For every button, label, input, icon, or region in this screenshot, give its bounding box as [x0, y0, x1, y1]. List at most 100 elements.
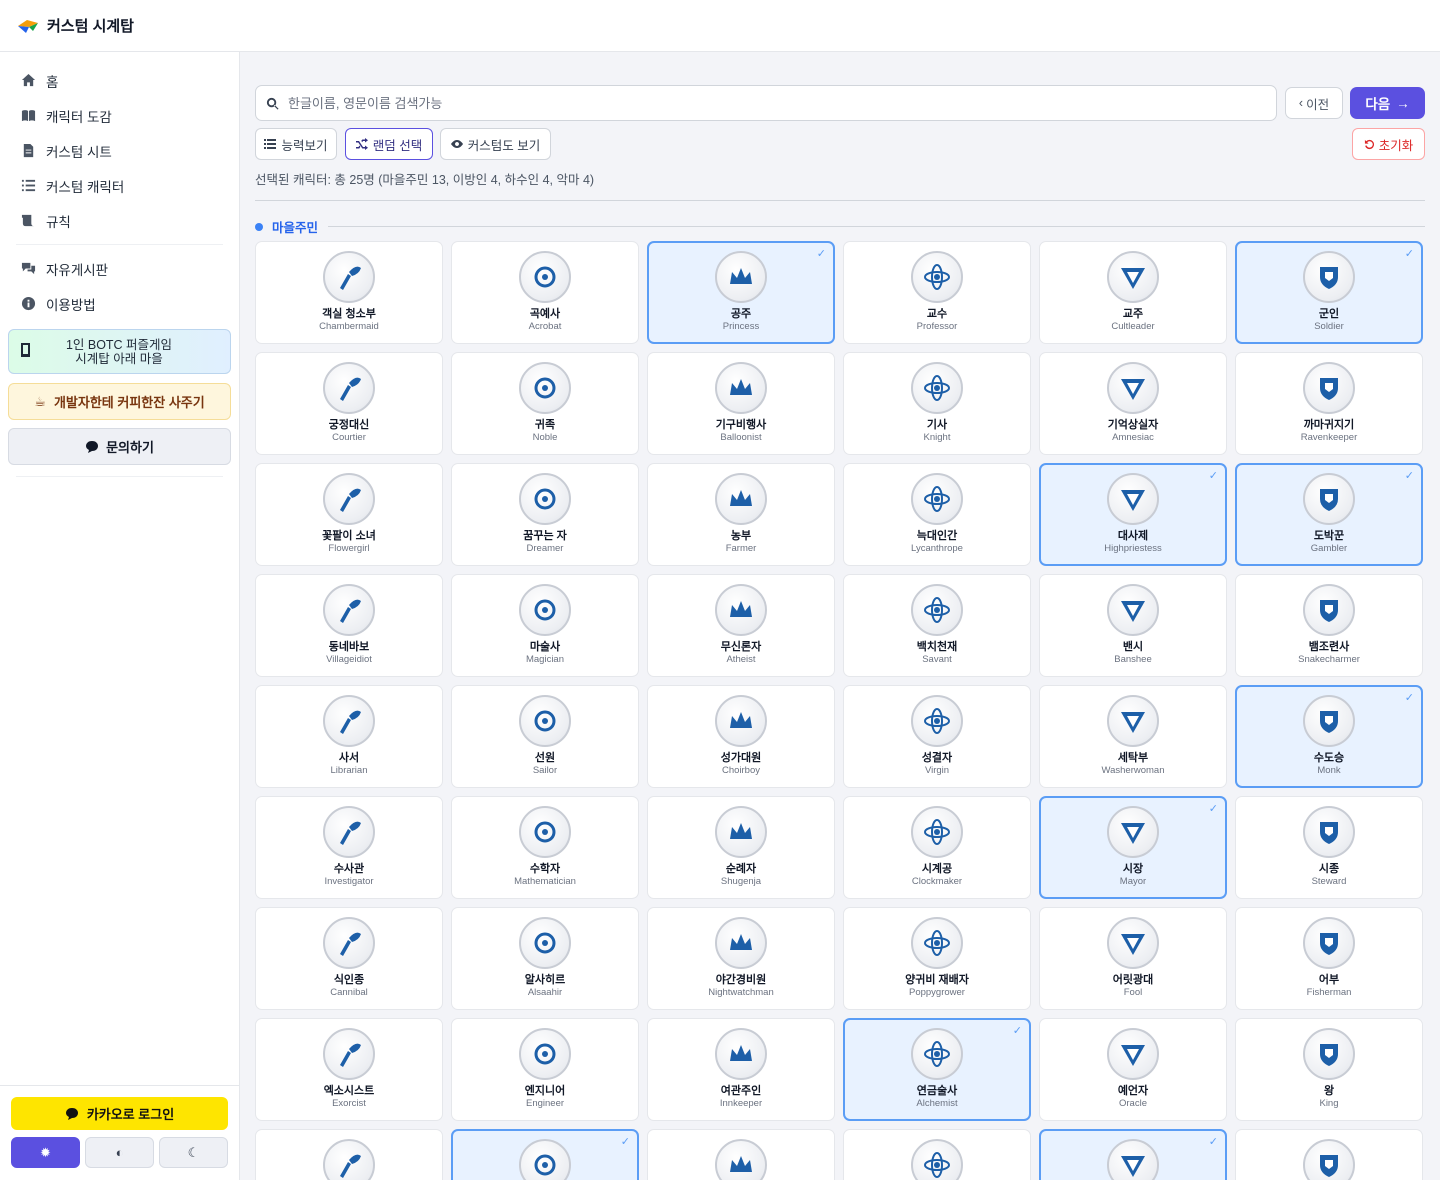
character-card[interactable]: 농부 Farmer [647, 463, 835, 566]
character-card[interactable]: 객실 청소부 Chambermaid [255, 241, 443, 344]
search-input[interactable] [288, 95, 1248, 111]
nav-item-free-board[interactable]: 자유게시판 [0, 251, 239, 286]
character-name-ko: 교수 [926, 308, 948, 320]
botc-banner-line2: 시계탑 아래 마을 [75, 351, 163, 366]
character-card[interactable]: 식인종 Cannibal [255, 907, 443, 1010]
prev-button[interactable]: ‹ 이전 [1285, 87, 1343, 119]
character-name-en: Villageidiot [326, 654, 372, 665]
character-card[interactable]: ✓ 시장 Mayor [1039, 796, 1227, 899]
character-card[interactable]: ✓ 도박꾼 Gambler [1235, 463, 1423, 566]
character-token-icon [1303, 1139, 1355, 1180]
nav-item-custom-sheet[interactable]: 커스텀 시트 [0, 133, 239, 168]
coffee-icon: ☕ [34, 393, 46, 409]
next-label: 다음 [1365, 97, 1391, 112]
character-card[interactable]: 귀족 Noble [451, 352, 639, 455]
next-button[interactable]: 다음 → [1350, 87, 1425, 119]
kakao-login-button[interactable]: 카카오로 로그인 [11, 1097, 228, 1130]
ability-view-button[interactable]: 능력보기 [255, 128, 337, 160]
character-card[interactable]: 여관주인 Innkeeper [647, 1018, 835, 1121]
character-card[interactable]: ✓ 대사제 Highpriestess [1039, 463, 1227, 566]
character-card[interactable]: 곡예사 Acrobat [451, 241, 639, 344]
character-card[interactable]: 예언자 Oracle [1039, 1018, 1227, 1121]
character-card[interactable]: 왕 King [1235, 1018, 1423, 1121]
character-card[interactable]: 엔지니어 Engineer [451, 1018, 639, 1121]
character-name-ko: 교주 [1122, 308, 1144, 320]
botc-puzzle-banner[interactable]: 1인 BOTC 퍼즐게임 시계탑 아래 마을 [8, 329, 231, 374]
contact-button[interactable]: 문의하기 [8, 428, 231, 465]
character-card[interactable]: 백치천재 Savant [843, 574, 1031, 677]
character-card[interactable]: 마술사 Magician [451, 574, 639, 677]
theme-light-button[interactable]: ✹ [11, 1137, 80, 1168]
character-token-icon [1303, 473, 1355, 525]
app-title[interactable]: 커스텀 시계탑 [47, 15, 134, 36]
character-card[interactable]: 궁정대신 Courtier [255, 352, 443, 455]
character-card[interactable]: ✓ [451, 1129, 639, 1180]
character-name-en: Steward [1311, 876, 1347, 887]
home-icon [20, 73, 36, 89]
character-card[interactable]: 알사히르 Alsaahir [451, 907, 639, 1010]
nav-item-home[interactable]: 홈 [0, 63, 239, 98]
character-card[interactable]: 선원 Sailor [451, 685, 639, 788]
nav-item-character-book[interactable]: 캐릭터 도감 [0, 98, 239, 133]
character-card[interactable]: 성결자 Virgin [843, 685, 1031, 788]
character-card[interactable]: 시계공 Clockmaker [843, 796, 1031, 899]
theme-dark-button[interactable]: ☾ [159, 1137, 228, 1168]
reset-button[interactable]: 초기화 [1352, 128, 1425, 160]
character-card[interactable]: 엑소시스트 Exorcist [255, 1018, 443, 1121]
nav-item-custom-character[interactable]: 커스텀 캐릭터 [0, 168, 239, 203]
character-name-ko: 군인 [1318, 308, 1340, 320]
character-card[interactable]: 기구비행사 Balloonist [647, 352, 835, 455]
nav-item-rules[interactable]: 규칙 [0, 203, 239, 238]
theme-system-button[interactable]: ◐ [85, 1137, 154, 1168]
character-name-ko: 대사제 [1117, 530, 1149, 542]
character-card[interactable]: 어부 Fisherman [1235, 907, 1423, 1010]
character-card[interactable]: 까마귀지기 Ravenkeeper [1235, 352, 1423, 455]
character-name-en: Virgin [924, 765, 950, 776]
character-card[interactable]: ✓ 공주 Princess [647, 241, 835, 344]
character-card[interactable]: ✓ 군인 Soldier [1235, 241, 1423, 344]
buy-coffee-button[interactable]: ☕ 개발자한테 커피한잔 사주기 [8, 383, 231, 420]
character-card[interactable]: 기사 Knight [843, 352, 1031, 455]
character-card[interactable]: 동네바보 Villageidiot [255, 574, 443, 677]
character-name-en: Noble [532, 432, 558, 443]
character-card[interactable]: 뱀조련사 Snakecharmer [1235, 574, 1423, 677]
character-token-icon [715, 251, 767, 303]
character-card[interactable]: 밴시 Banshee [1039, 574, 1227, 677]
character-name-en: Fool [1123, 987, 1143, 998]
character-card[interactable]: ✓ [1039, 1129, 1227, 1180]
character-name-en: Washerwoman [1101, 765, 1165, 776]
character-card[interactable]: 성가대원 Choirboy [647, 685, 835, 788]
character-name-ko: 궁정대신 [328, 419, 370, 431]
character-card[interactable]: ✓ 수도승 Monk [1235, 685, 1423, 788]
character-card[interactable]: 세탁부 Washerwoman [1039, 685, 1227, 788]
nav-item-how-to-use[interactable]: 이용방법 [0, 286, 239, 321]
character-card[interactable] [647, 1129, 835, 1180]
character-card[interactable]: 야간경비원 Nightwatchman [647, 907, 835, 1010]
character-name-ko: 야간경비원 [715, 974, 767, 986]
character-card[interactable] [1235, 1129, 1423, 1180]
character-card[interactable]: 시종 Steward [1235, 796, 1423, 899]
character-card[interactable]: 기억상실자 Amnesiac [1039, 352, 1227, 455]
character-card[interactable] [255, 1129, 443, 1180]
character-card[interactable]: 양귀비 재배자 Poppygrower [843, 907, 1031, 1010]
custom-view-button[interactable]: 커스텀도 보기 [440, 128, 551, 160]
character-card[interactable]: 꿈꾸는 자 Dreamer [451, 463, 639, 566]
character-card[interactable]: ✓ 연금술사 Alchemist [843, 1018, 1031, 1121]
search-bar[interactable] [255, 85, 1277, 121]
character-card[interactable]: 늑대인간 Lycanthrope [843, 463, 1031, 566]
character-card[interactable]: 무신론자 Atheist [647, 574, 835, 677]
character-card[interactable]: 어릿광대 Fool [1039, 907, 1227, 1010]
character-card[interactable]: 사서 Librarian [255, 685, 443, 788]
character-card[interactable]: 수사관 Investigator [255, 796, 443, 899]
random-select-button[interactable]: 랜덤 선택 [345, 128, 433, 160]
character-token-icon [323, 473, 375, 525]
character-card[interactable]: 교주 Cultleader [1039, 241, 1227, 344]
character-name-ko: 선원 [534, 752, 556, 764]
character-card[interactable]: 교수 Professor [843, 241, 1031, 344]
character-card[interactable]: 순례자 Shugenja [647, 796, 835, 899]
character-card[interactable]: 꽃팔이 소녀 Flowergirl [255, 463, 443, 566]
character-name-ko: 시계공 [921, 863, 953, 875]
character-card[interactable]: 수학자 Mathematician [451, 796, 639, 899]
character-card[interactable] [843, 1129, 1031, 1180]
character-token-icon [911, 695, 963, 747]
